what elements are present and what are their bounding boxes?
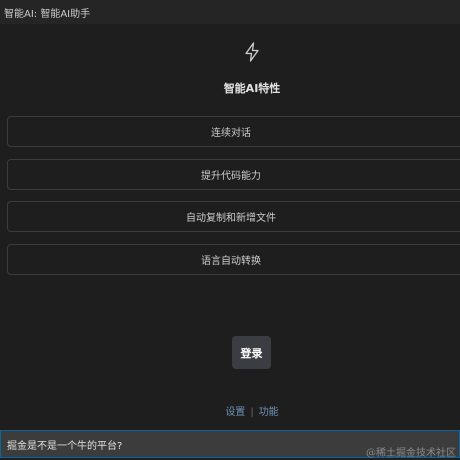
lightning-bolt-icon: [245, 42, 259, 62]
feature-auto-copy-files[interactable]: 自动复制和新增文件: [7, 201, 460, 232]
feature-label: 自动复制和新增文件: [186, 213, 276, 224]
window-title: 智能AI: 智能AI助手: [4, 8, 91, 20]
link-separator: |: [250, 407, 254, 418]
settings-link[interactable]: 设置: [225, 407, 245, 418]
feature-list: 连续对话 提升代码能力 自动复制和新增文件 语言自动转换: [7, 116, 460, 286]
feature-label: 连续对话: [211, 128, 251, 139]
bottom-links: 设置 | 功能: [0, 403, 460, 418]
app-window: 智能AI: 智能AI助手 智能AI特性 连续对话 提升代码能力 自动复制和新增文…: [0, 0, 460, 460]
feature-improve-code[interactable]: 提升代码能力: [7, 158, 460, 190]
feature-continuous-chat[interactable]: 连续对话: [7, 116, 460, 147]
features-title: 智能AI特性: [223, 82, 281, 95]
watermark: @稀土掘金技术社区: [366, 448, 456, 459]
functions-link[interactable]: 功能: [259, 407, 279, 418]
feature-label: 提升代码能力: [201, 170, 261, 182]
title-bar: 智能AI: 智能AI助手: [0, 0, 460, 24]
feature-language-convert[interactable]: 语言自动转换: [7, 243, 460, 275]
feature-label: 语言自动转换: [201, 255, 261, 267]
login-button[interactable]: 登录: [232, 336, 271, 369]
